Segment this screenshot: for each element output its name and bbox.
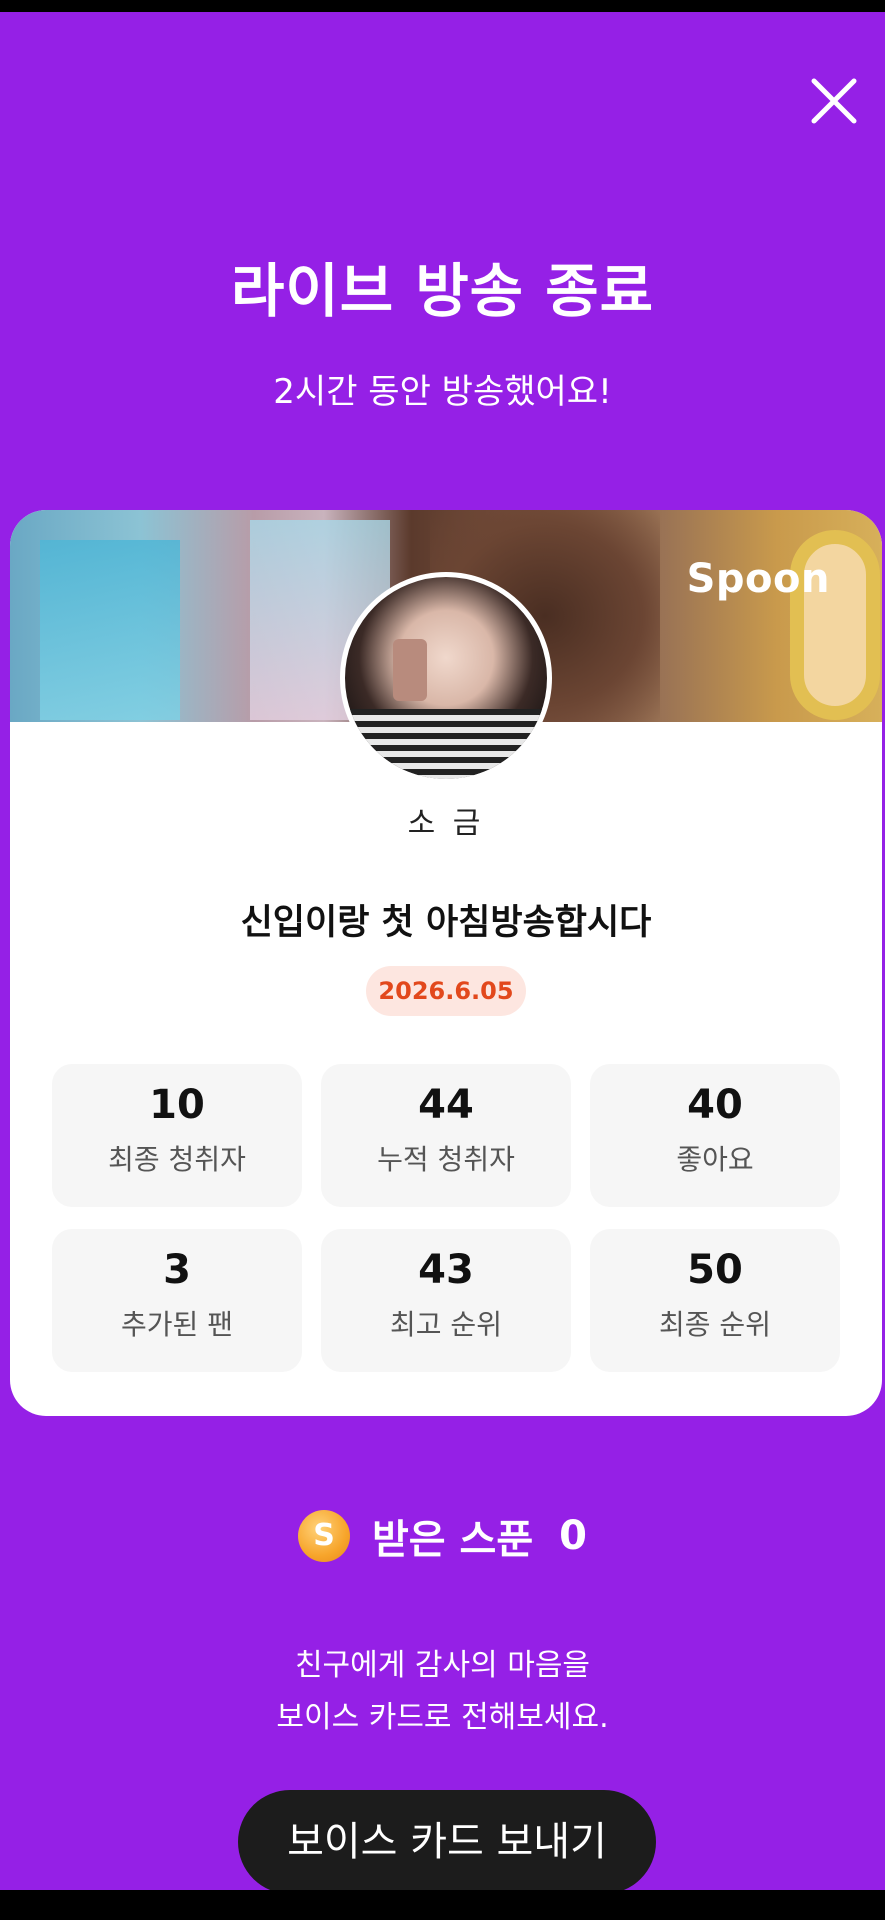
stat-value: 10 — [149, 1082, 205, 1128]
stat-label: 누적 청취자 — [377, 1143, 515, 1176]
stat-value: 44 — [418, 1082, 474, 1128]
stat-final-rank: 50 최종 순위 — [590, 1229, 840, 1372]
broadcast-summary-card: Spoon 소 금 신입이랑 첫 아침방송합시다 2026.6.05 10 최종… — [10, 510, 882, 1416]
send-voice-card-button[interactable]: 보이스 카드 보내기 — [238, 1790, 656, 1894]
spoon-coin-icon: S — [298, 1510, 350, 1562]
thanks-line-1: 친구에게 감사의 마음을 — [294, 1648, 591, 1683]
received-spoons: S 받은 스푼 0 — [0, 1507, 885, 1565]
stat-final-listeners: 10 최종 청취자 — [52, 1064, 302, 1207]
stat-value: 40 — [687, 1082, 743, 1128]
stat-value: 43 — [418, 1247, 474, 1293]
stat-label: 최종 순위 — [659, 1308, 771, 1341]
broadcast-title: 신입이랑 첫 아침방송합시다 — [240, 903, 652, 943]
page-title: 라이브 방송 종료 — [231, 257, 654, 325]
received-spoons-count: 0 — [559, 1513, 587, 1559]
stats-grid: 10 최종 청취자 44 누적 청취자 40 좋아요 3 추가된 팬 43 최고… — [52, 1064, 840, 1372]
thanks-message: 친구에게 감사의 마음을 보이스 카드로 전해보세요. — [0, 1640, 885, 1744]
avatar — [340, 572, 552, 784]
date-badge: 2026.6.05 — [366, 966, 526, 1016]
broadcast-end-screen: 라이브 방송 종료 2시간 동안 방송했어요! Spoon 소 금 신입이랑 첫… — [0, 12, 885, 1894]
received-spoons-label: 받은 스푼 — [372, 1517, 534, 1563]
username: 소 금 — [407, 806, 485, 841]
stat-label: 최종 청취자 — [108, 1143, 246, 1176]
stat-best-rank: 43 최고 순위 — [321, 1229, 571, 1372]
stat-label: 추가된 팬 — [121, 1308, 233, 1341]
status-bar — [0, 0, 885, 12]
navigation-bar — [0, 1890, 885, 1920]
stat-likes: 40 좋아요 — [590, 1064, 840, 1207]
stat-total-listeners: 44 누적 청취자 — [321, 1064, 571, 1207]
duration-subtitle: 2시간 동안 방송했어요! — [273, 372, 612, 412]
stat-value: 50 — [687, 1247, 743, 1293]
stat-value: 3 — [163, 1247, 191, 1293]
close-icon[interactable] — [799, 66, 869, 136]
stat-label: 최고 순위 — [390, 1308, 502, 1341]
stat-label: 좋아요 — [676, 1143, 754, 1176]
spoon-logo: Spoon — [686, 556, 830, 602]
stat-new-fans: 3 추가된 팬 — [52, 1229, 302, 1372]
thanks-line-2: 보이스 카드로 전해보세요. — [276, 1700, 609, 1735]
